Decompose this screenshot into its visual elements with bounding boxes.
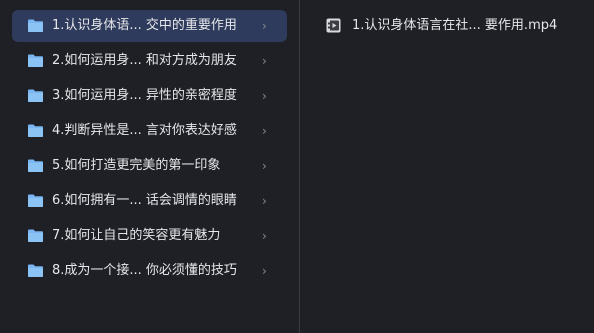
chevron-right-icon: ›	[262, 194, 267, 208]
chevron-right-icon: ›	[262, 159, 267, 173]
chevron-right-icon: ›	[262, 124, 267, 138]
file-label: 1.认识身体语言在社... 要作用.mp4	[352, 18, 558, 33]
chevron-right-icon: ›	[262, 264, 267, 278]
folder-item-3[interactable]: 3.如何运用身... 异性的亲密程度 ›	[12, 80, 287, 112]
folder-icon	[28, 194, 43, 207]
folder-item-7[interactable]: 7.如何让自己的笑容更有魅力 ›	[12, 220, 287, 252]
folder-list: 1.认识身体语... 交中的重要作用 › 2.如何运用身... 和对方成为朋友 …	[0, 0, 299, 333]
folder-label: 8.成为一个接... 你必须懂的技巧	[52, 263, 237, 278]
folder-label: 3.如何运用身... 异性的亲密程度	[52, 88, 237, 103]
folder-item-4[interactable]: 4.判断异性是... 言对你表达好感 ›	[12, 115, 287, 147]
chevron-right-icon: ›	[262, 19, 267, 33]
chevron-right-icon: ›	[262, 229, 267, 243]
chevron-right-icon: ›	[262, 89, 267, 103]
folder-icon	[28, 264, 43, 277]
video-file-icon	[326, 18, 341, 33]
chevron-right-icon: ›	[262, 54, 267, 68]
folder-item-6[interactable]: 6.如何拥有一... 话会调情的眼睛 ›	[12, 185, 287, 217]
folder-icon	[28, 124, 43, 137]
folder-item-8[interactable]: 8.成为一个接... 你必须懂的技巧 ›	[12, 255, 287, 287]
folder-icon	[28, 54, 43, 67]
folder-icon	[28, 89, 43, 102]
folder-label: 5.如何打造更完美的第一印象	[52, 158, 221, 173]
folder-label: 7.如何让自己的笑容更有魅力	[52, 228, 221, 243]
folder-icon	[28, 229, 43, 242]
file-item-1[interactable]: 1.认识身体语言在社... 要作用.mp4	[322, 12, 582, 40]
folder-item-2[interactable]: 2.如何运用身... 和对方成为朋友 ›	[12, 45, 287, 77]
folder-item-1[interactable]: 1.认识身体语... 交中的重要作用 ›	[12, 10, 287, 42]
folder-label: 4.判断异性是... 言对你表达好感	[52, 123, 237, 138]
folder-icon	[28, 159, 43, 172]
folder-item-5[interactable]: 5.如何打造更完美的第一印象 ›	[12, 150, 287, 182]
folder-label: 1.认识身体语... 交中的重要作用	[52, 18, 237, 33]
folder-label: 6.如何拥有一... 话会调情的眼睛	[52, 193, 237, 208]
file-list: 1.认识身体语言在社... 要作用.mp4	[300, 0, 594, 333]
file-browser-window: 1.认识身体语... 交中的重要作用 › 2.如何运用身... 和对方成为朋友 …	[0, 0, 594, 333]
folder-icon	[28, 19, 43, 32]
folder-label: 2.如何运用身... 和对方成为朋友	[52, 53, 237, 68]
